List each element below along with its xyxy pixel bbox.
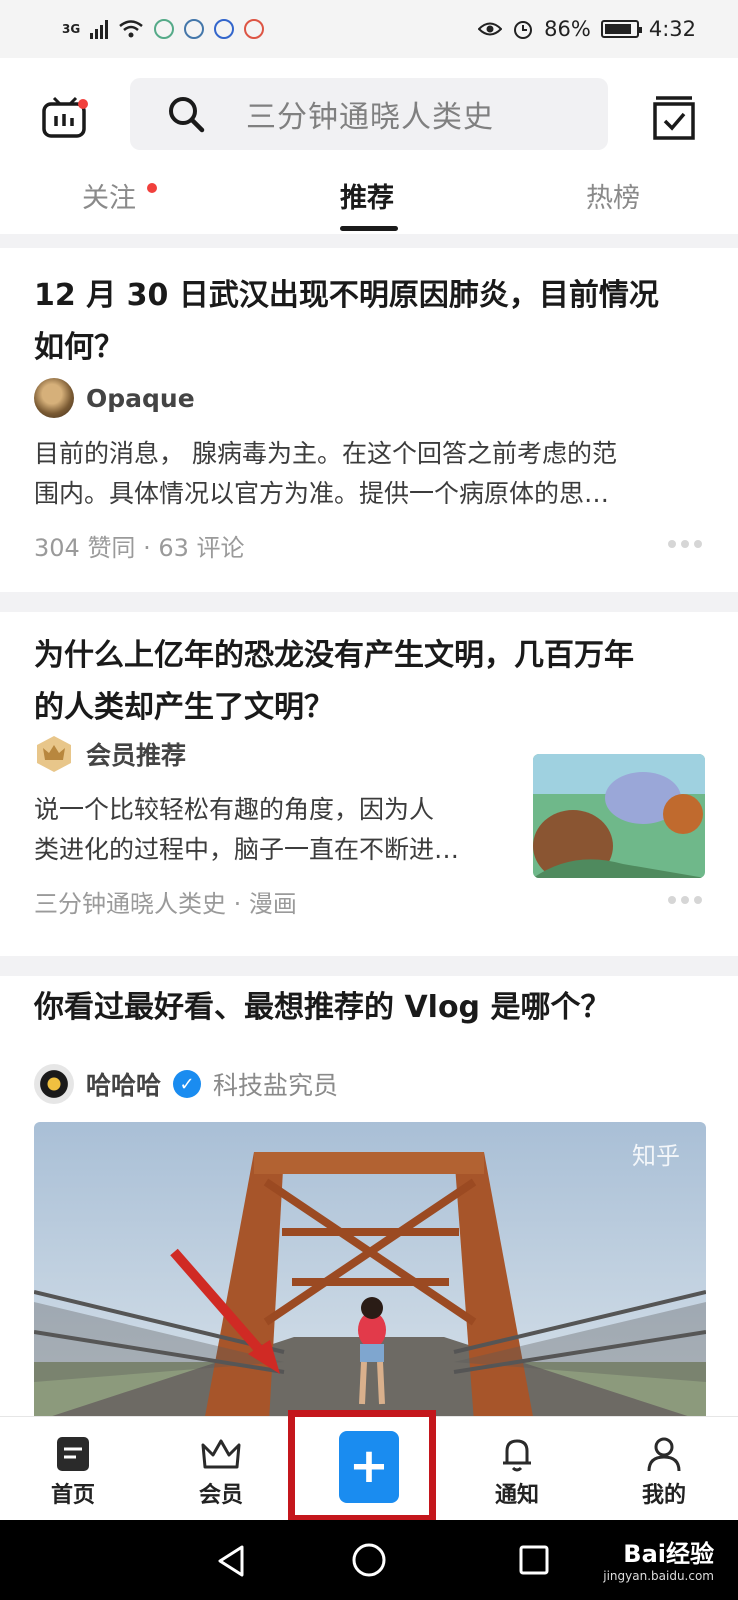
author-tag: 科技盐究员	[213, 1071, 339, 1100]
status-right: 86% 4:32	[478, 17, 696, 41]
unread-dot	[147, 183, 157, 193]
nav-label: 通知	[494, 1483, 539, 1508]
status-left: 3G	[62, 19, 265, 39]
nav-profile[interactable]: 我的	[624, 1435, 704, 1509]
author-row[interactable]: 会员推荐	[34, 734, 186, 774]
alarm-icon	[514, 21, 533, 39]
tab-follow[interactable]: 关注	[82, 176, 136, 215]
home-circle-icon[interactable]	[351, 1542, 387, 1578]
tv-icon[interactable]	[40, 92, 90, 142]
verified-badge-icon: ✓	[173, 1070, 202, 1098]
tab-recommend[interactable]: 推荐	[340, 176, 394, 215]
battery-icon	[600, 20, 642, 38]
feed-card[interactable]: 12 月 30 日武汉出现不明原因肺炎，目前情况 如何？ Opaque 目前的消…	[0, 248, 738, 592]
brand-name: Bai经验	[623, 1540, 714, 1568]
comic-thumbnail[interactable]	[533, 754, 705, 878]
avatar[interactable]	[34, 378, 74, 418]
crown-icon	[201, 1439, 241, 1469]
answer-excerpt[interactable]: 目前的消息， 腺病毒为主。在这个回答之前考虑的范 围内。具体情况以官方为准。提供…	[34, 434, 617, 514]
nav-label: 会员	[198, 1483, 243, 1508]
app-notification-icon	[154, 19, 175, 39]
nav-label: 我的	[641, 1483, 686, 1508]
question-title-line: 如何？	[34, 330, 124, 365]
search-icon	[169, 97, 205, 133]
answer-meta: 304 赞同 · 63 评论	[34, 534, 245, 562]
question-title[interactable]: 你看过最好看、最想推荐的 Vlog 是哪个？	[34, 982, 704, 1034]
question-title-line: 的人类却产生了文明？	[34, 690, 334, 725]
battery-percent: 86%	[544, 17, 591, 41]
wifi-icon	[119, 20, 143, 38]
nav-home[interactable]: 首页	[33, 1435, 113, 1509]
app-notification-icon	[244, 19, 265, 39]
bell-icon	[503, 1439, 531, 1472]
more-options-icon[interactable]	[668, 540, 702, 548]
feed-tabs: 关注 推荐 热榜	[0, 168, 738, 234]
author-row[interactable]: 哈哈哈 ✓ 科技盐究员	[34, 1064, 338, 1104]
network-label: 3G	[62, 22, 81, 36]
baidu-jingyan-watermark: Bai经验 jingyan.baidu.com	[603, 1534, 714, 1583]
recents-icon[interactable]	[518, 1544, 550, 1576]
nav-notifications[interactable]: 通知	[477, 1435, 557, 1509]
nav-vip[interactable]: 会员	[181, 1435, 261, 1509]
more-options-icon[interactable]	[668, 896, 702, 904]
question-title[interactable]: 为什么上亿年的恐龙没有产生文明，几百万年 的人类却产生了文明？	[34, 630, 704, 734]
feed-card[interactable]: 你看过最好看、最想推荐的 Vlog 是哪个？ 哈哈哈 ✓ 科技盐究员 知乎	[0, 976, 738, 1436]
zhihu-watermark: 知乎	[632, 1142, 680, 1170]
answer-meta: 三分钟通晓人类史 · 漫画	[34, 890, 297, 918]
checklist-icon[interactable]	[652, 92, 696, 142]
author-row[interactable]: Opaque	[34, 378, 195, 418]
author-name[interactable]: Opaque	[86, 384, 195, 413]
question-title[interactable]: 12 月 30 日武汉出现不明原因肺炎，目前情况 如何？	[34, 270, 704, 374]
excerpt-line: 说一个比较轻松有趣的角度，因为人	[34, 795, 435, 824]
app-notification-icon	[184, 19, 205, 39]
system-nav-bar: Bai经验 jingyan.baidu.com	[0, 1520, 738, 1600]
vip-crown-icon	[37, 736, 71, 772]
avatar[interactable]	[34, 1064, 74, 1104]
signal-icon	[90, 19, 109, 39]
bridge-photo	[34, 1122, 706, 1422]
answer-excerpt[interactable]: 说一个比较轻松有趣的角度，因为人 类进化的过程中，脑子一直在不断进…	[34, 790, 459, 870]
recommend-label: 会员推荐	[86, 741, 187, 770]
paw-icon	[214, 19, 235, 39]
author-name[interactable]: 哈哈哈	[86, 1066, 161, 1102]
video-thumbnail[interactable]: 知乎	[34, 1122, 706, 1422]
back-icon[interactable]	[216, 1544, 246, 1578]
brand-url: jingyan.baidu.com	[603, 1569, 714, 1583]
excerpt-line: 类进化的过程中，脑子一直在不断进…	[34, 835, 460, 864]
search-bar[interactable]: 三分钟通晓人类史	[130, 78, 608, 150]
nav-label: 首页	[50, 1483, 95, 1508]
feed-card[interactable]: 为什么上亿年的恐龙没有产生文明，几百万年 的人类却产生了文明？ 会员推荐 说一个…	[0, 612, 738, 956]
excerpt-line: 目前的消息， 腺病毒为主。在这个回答之前考虑的范	[34, 439, 617, 468]
tab-hot[interactable]: 热榜	[586, 176, 640, 215]
status-bar: 3G 86% 4:32	[0, 0, 738, 58]
profile-icon	[647, 1437, 681, 1472]
top-header: 三分钟通晓人类史 关注 推荐 热榜	[0, 58, 738, 234]
question-title-line: 12 月 30 日武汉出现不明原因肺炎，目前情况	[34, 278, 659, 313]
excerpt-line: 围内。具体情况以官方为准。提供一个病原体的思…	[34, 479, 610, 508]
clock: 4:32	[648, 17, 696, 41]
question-title-line: 为什么上亿年的恐龙没有产生文明，几百万年	[34, 638, 634, 673]
highlight-box	[288, 1410, 436, 1522]
eye-icon	[478, 22, 503, 36]
search-placeholder: 三分钟通晓人类史	[246, 100, 494, 135]
active-tab-indicator	[340, 226, 398, 231]
home-icon	[57, 1437, 89, 1471]
